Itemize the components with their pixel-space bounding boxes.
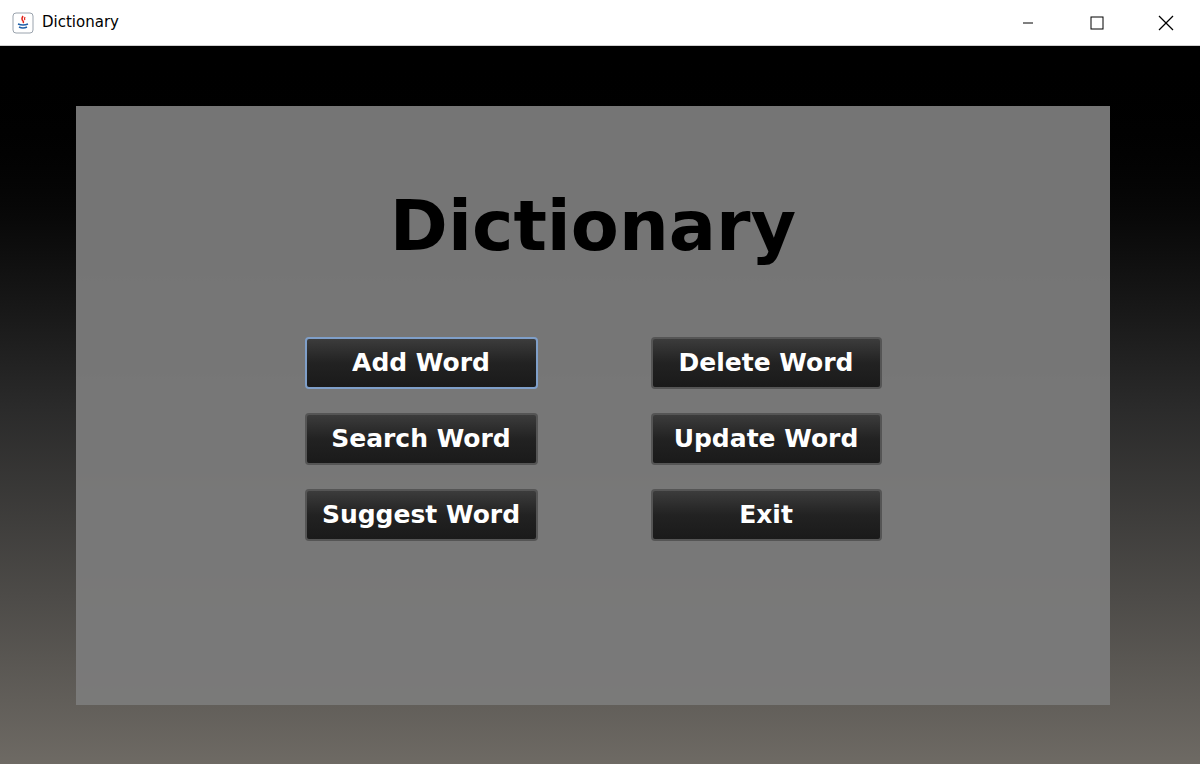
menu-button[interactable]: Update Word xyxy=(651,413,882,465)
content-panel: Dictionary Add Word Delete Word Search Word… xyxy=(76,106,1110,705)
button-grid: Add Word Delete Word Search Word Update Wor… xyxy=(305,337,882,541)
app-window: Dictionary Dictionary Add Word Delete Word S… xyxy=(0,0,1200,764)
menu-button[interactable]: Exit xyxy=(651,489,882,541)
title-bar: Dictionary xyxy=(0,0,1200,46)
minimize-icon xyxy=(1022,17,1034,29)
java-icon xyxy=(12,12,34,34)
menu-button[interactable]: Suggest Word xyxy=(305,489,538,541)
background-photo: Dictionary Add Word Delete Word Search Word… xyxy=(0,46,1200,764)
close-button[interactable] xyxy=(1131,0,1200,46)
minimize-button[interactable] xyxy=(993,0,1062,46)
close-icon xyxy=(1158,15,1174,31)
maximize-icon xyxy=(1090,16,1104,30)
menu-button[interactable]: Search Word xyxy=(305,413,538,465)
maximize-button[interactable] xyxy=(1062,0,1131,46)
menu-button[interactable]: Add Word xyxy=(305,337,538,389)
heading: Dictionary xyxy=(390,178,796,274)
window-title: Dictionary xyxy=(42,11,119,34)
menu-button[interactable]: Delete Word xyxy=(651,337,882,389)
